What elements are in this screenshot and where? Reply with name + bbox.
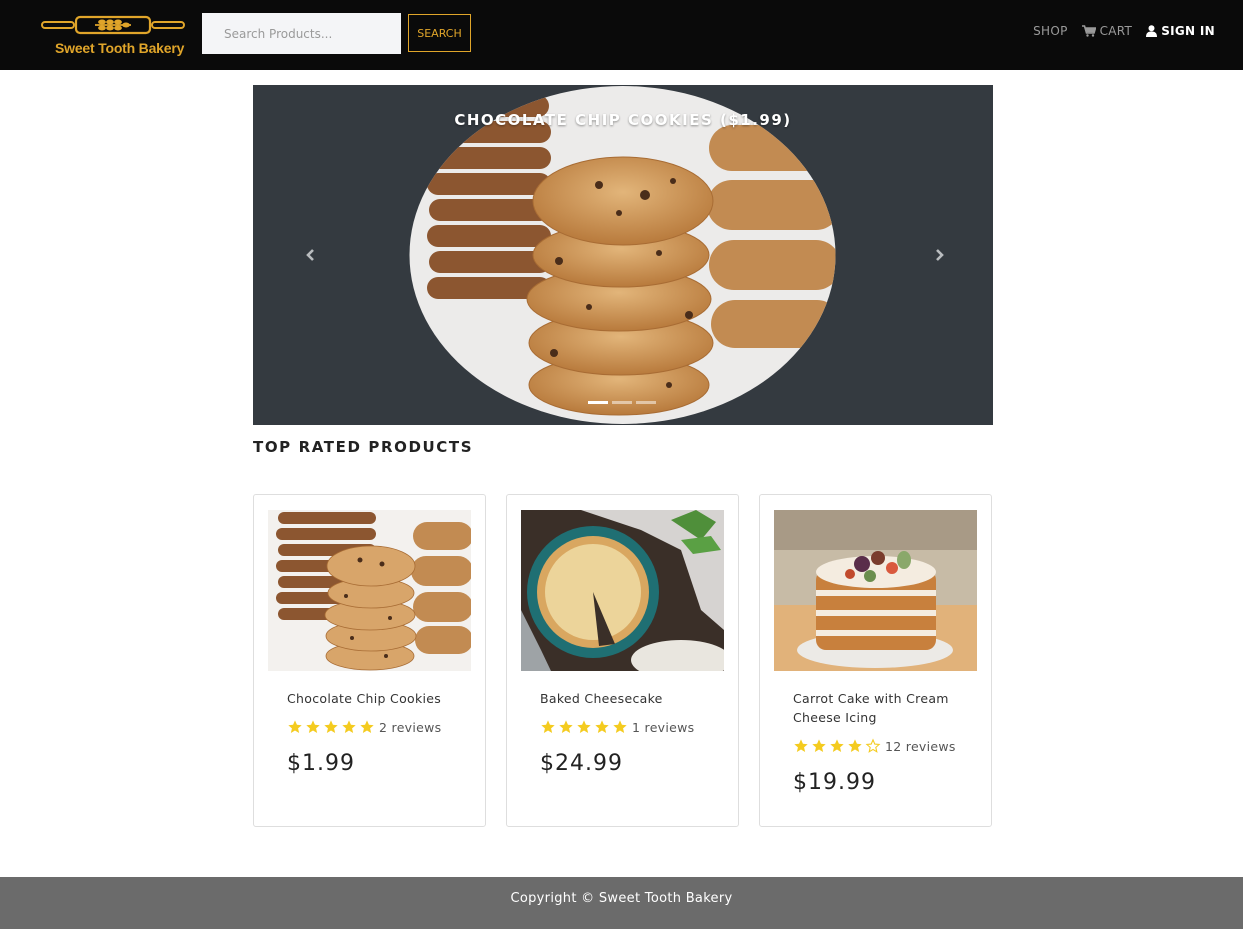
footer: Copyright © Sweet Tooth Bakery: [0, 877, 1243, 929]
star-filled-icon: [324, 720, 338, 733]
nav-links: SHOP CART SIGN IN: [1033, 24, 1215, 38]
product-image[interactable]: [774, 510, 977, 671]
product-price: $19.99: [793, 770, 876, 795]
shopping-cart-icon: [1081, 25, 1096, 37]
search-input[interactable]: [202, 13, 401, 54]
nav-cart-link[interactable]: CART: [1081, 24, 1133, 38]
review-count: 2 reviews: [379, 719, 442, 735]
star-filled-icon: [848, 739, 862, 752]
star-rating: [287, 719, 375, 735]
star-filled-icon: [613, 720, 627, 733]
carousel-indicators: [588, 401, 656, 404]
product-rating: 1 reviews: [540, 719, 694, 735]
section-title: TOP RATED PRODUCTS: [253, 438, 474, 456]
star-filled-icon: [306, 720, 320, 733]
carousel-prev-button[interactable]: [301, 245, 321, 265]
star-filled-icon: [541, 720, 555, 733]
nav-signin-label: SIGN IN: [1161, 24, 1215, 38]
star-filled-icon: [794, 739, 808, 752]
brand-logo[interactable]: Sweet Tooth Bakery: [40, 14, 186, 60]
star-filled-icon: [812, 739, 826, 752]
star-filled-icon: [595, 720, 609, 733]
nav-shop-label: SHOP: [1033, 24, 1068, 38]
product-image[interactable]: [521, 510, 724, 671]
star-rating: [793, 738, 881, 754]
brand-name: Sweet Tooth Bakery: [55, 40, 185, 56]
star-filled-icon: [577, 720, 591, 733]
chevron-left-icon: [306, 249, 314, 261]
navbar: Sweet Tooth Bakery SEARCH SHOP CART SIGN…: [0, 0, 1243, 70]
carousel-indicator[interactable]: [636, 401, 656, 404]
product-price: $24.99: [540, 751, 623, 776]
product-card: Chocolate Chip Cookies 2 reviews $1.99: [253, 494, 486, 827]
product-image[interactable]: [268, 510, 471, 671]
nav-signin-link[interactable]: SIGN IN: [1146, 24, 1215, 38]
chevron-right-icon: [936, 249, 944, 261]
review-count: 1 reviews: [632, 719, 695, 735]
product-carousel[interactable]: CHOCOLATE CHIP COOKIES ($1.99): [253, 85, 993, 425]
product-rating: 2 reviews: [287, 719, 441, 735]
star-filled-icon: [360, 720, 374, 733]
star-rating: [540, 719, 628, 735]
product-title[interactable]: Chocolate Chip Cookies: [287, 689, 457, 708]
carousel-caption[interactable]: CHOCOLATE CHIP COOKIES ($1.99): [253, 111, 993, 129]
star-filled-icon: [342, 720, 356, 733]
user-icon: [1146, 25, 1158, 37]
product-card: Baked Cheesecake 1 reviews $24.99: [506, 494, 739, 827]
copyright-text: Copyright © Sweet Tooth Bakery: [510, 891, 733, 906]
product-title[interactable]: Baked Cheesecake: [540, 689, 710, 708]
search-button[interactable]: SEARCH: [408, 14, 471, 52]
star-empty-icon: [865, 738, 881, 753]
nav-shop-link[interactable]: SHOP: [1033, 24, 1068, 38]
carousel-cookies-image[interactable]: [409, 85, 836, 425]
review-count: 12 reviews: [885, 738, 956, 754]
star-filled-icon: [830, 739, 844, 752]
star-filled-icon: [288, 720, 302, 733]
product-card: Carrot Cake with Cream Cheese Icing 12 r…: [759, 494, 992, 827]
carousel-indicator[interactable]: [588, 401, 608, 404]
carousel-next-button[interactable]: [929, 245, 949, 265]
star-filled-icon: [559, 720, 573, 733]
product-price: $1.99: [287, 751, 355, 776]
product-rating: 12 reviews: [793, 738, 956, 754]
nav-cart-label: CART: [1099, 24, 1133, 38]
product-title[interactable]: Carrot Cake with Cream Cheese Icing: [793, 689, 963, 727]
carousel-indicator[interactable]: [612, 401, 632, 404]
